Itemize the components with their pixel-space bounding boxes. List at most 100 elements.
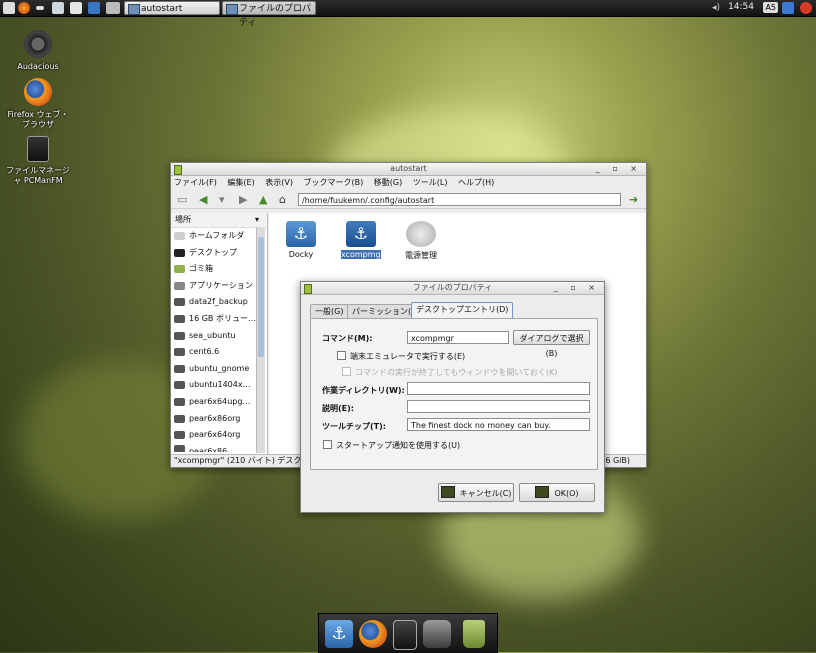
anchor-icon: ⚓ [346, 221, 376, 247]
sidebar-item-label: ubuntu_gnome [189, 363, 250, 373]
back-icon[interactable]: ◀ [199, 193, 207, 206]
ok-button[interactable]: OK(O) [519, 483, 595, 502]
monitor-icon[interactable] [52, 2, 64, 14]
sidebar-item-drive[interactable]: ubuntu1404x… [171, 377, 267, 394]
task-autostart[interactable]: autostart [124, 1, 220, 15]
desktop-switch-icon[interactable] [88, 2, 100, 14]
window-titlebar[interactable]: autostart _ ▫ × [171, 163, 646, 176]
sidebar-header-label: 場所 [175, 215, 191, 224]
sidebar-item-trash[interactable]: ゴミ箱 [171, 261, 267, 278]
desktop-icon-label: Audacious [17, 62, 59, 71]
menu-tools[interactable]: ツール(L) [413, 178, 448, 187]
sidebar-item-drive[interactable]: pear6x86org [171, 411, 267, 428]
drive-icon [174, 414, 185, 423]
sidebar-item-drive[interactable]: 16 GB ボリュー… [171, 311, 267, 328]
ok-icon [535, 486, 550, 498]
menu-view[interactable]: 表示(V) [265, 178, 293, 187]
window-icon [174, 165, 182, 175]
sidebar-item-label: ゴミ箱 [189, 264, 213, 274]
tooltip-input[interactable]: The finest dock no money can buy. [407, 418, 590, 431]
up-icon[interactable]: ▲ [259, 193, 267, 206]
terminal-checkbox[interactable]: 端末エミュレータで実行する(E) [337, 351, 465, 362]
menu-icon[interactable] [3, 2, 15, 14]
workspace-icon[interactable] [106, 2, 120, 14]
cancel-button[interactable]: キャンセル(C) [438, 483, 514, 502]
workdir-input[interactable] [407, 382, 590, 395]
sidebar-item-label: デスクトップ [189, 247, 237, 257]
firefox-icon [24, 78, 52, 106]
new-tab-icon[interactable]: ▭ [177, 193, 187, 206]
window-controls[interactable]: _ ▫ × [596, 163, 642, 175]
file-item-xcompmgr[interactable]: ⚓ xcompmgr [341, 221, 384, 259]
sidebar-item-applications[interactable]: アプリケーション [171, 278, 267, 295]
menu-help[interactable]: ヘルプ(H) [458, 178, 494, 187]
drive-icon [174, 314, 185, 323]
command-input[interactable]: xcompmgr [407, 331, 509, 344]
sidebar-item-drive[interactable]: pear6x64upg… [171, 394, 267, 411]
checkbox-label: 端末エミュレータで実行する(E) [350, 352, 466, 361]
menu-file[interactable]: ファイル(F) [174, 178, 217, 187]
camera-icon[interactable] [423, 620, 451, 648]
home-icon[interactable]: ⌂ [279, 193, 286, 206]
path-bar[interactable]: /home/fuukemn/.config/autostart [298, 193, 621, 206]
window-icon [304, 284, 312, 294]
file-manager-icon[interactable] [393, 620, 417, 650]
firefox-icon[interactable] [18, 2, 30, 14]
history-dropdown-icon[interactable]: ▾ [219, 193, 225, 206]
menu-edit[interactable]: 編集(E) [227, 178, 254, 187]
sidebar-item-label: cent6.6 [189, 347, 220, 357]
sidebar-item-label: pear6x64org [189, 430, 241, 440]
status-free-space: .6 GiB) [602, 456, 630, 465]
sidebar-item-drive[interactable]: pear6x64org [171, 427, 267, 444]
desktop-icon-audacious[interactable]: Audacious [6, 30, 70, 72]
trash-icon[interactable] [463, 620, 485, 648]
chevron-down-icon[interactable]: ▾ [255, 213, 259, 227]
sidebar-item-desktop[interactable]: デスクトップ [171, 245, 267, 262]
scrollbar-thumb[interactable] [258, 237, 264, 357]
sidebar-scrollbar[interactable] [256, 227, 265, 453]
firefox-icon[interactable] [359, 620, 387, 648]
checkbox-label: コマンドの実行が終了してもウィンドウを開いておく(K) [355, 368, 558, 377]
tab-desktop-entry[interactable]: デスクトップエントリ(D) [411, 302, 514, 319]
desktop-icon-firefox[interactable]: Firefox ウェブ・ブラウザ [6, 78, 70, 130]
sidebar-item-drive[interactable]: sea_ubuntu [171, 328, 267, 345]
trash-icon [174, 265, 185, 274]
startup-notify-checkbox[interactable]: スタートアップ通知を使用する(U) [323, 440, 460, 451]
sidebar-item-home[interactable]: ホームフォルダ [171, 228, 267, 245]
menu-bar: ファイル(F) 編集(E) 表示(V) ブックマーク(B) 移動(G) ツール(… [171, 176, 646, 190]
window-controls[interactable]: _ ▫ × [554, 282, 600, 294]
dialog-titlebar[interactable]: ファイルのプロパティ _ ▫ × [301, 282, 604, 295]
ime-indicator[interactable]: A5 [763, 2, 778, 13]
checkbox-label: スタートアップ通知を使用する(U) [336, 441, 461, 450]
file-item-power[interactable]: 電源管理 [401, 221, 441, 261]
drive-icon [174, 444, 185, 452]
power-icon[interactable] [800, 2, 812, 14]
dock: ⚓ [318, 613, 498, 653]
drive-icon [174, 397, 185, 406]
docky-anchor-icon[interactable]: ⚓ [325, 620, 353, 648]
sidebar-header[interactable]: 場所 ▾ [171, 213, 267, 228]
folder-icon [128, 4, 140, 15]
task-properties[interactable]: ファイルのプロパティ [222, 1, 316, 28]
sidebar-item-drive[interactable]: cent6.6 [171, 344, 267, 361]
tab-general[interactable]: 一般(G) [310, 304, 349, 319]
forward-icon[interactable]: ▶ [239, 193, 247, 206]
description-input[interactable] [407, 400, 590, 413]
sidebar-item-drive[interactable]: pear6x86 [171, 444, 267, 452]
sidebar-item-drive[interactable]: data2f_backup [171, 294, 267, 311]
power-plug-icon [406, 221, 436, 247]
file-label: xcompmgr [341, 250, 384, 259]
sidebar: 場所 ▾ ホームフォルダ デスクトップ ゴミ箱 アプリケーション data2f_b… [171, 213, 268, 455]
desktop-icon-file-manager[interactable]: ファイルマネージャ PCManFM [6, 136, 70, 186]
browse-button[interactable]: ダイアログで選択(B) [513, 330, 590, 358]
minimize-all-icon[interactable] [36, 6, 44, 10]
menu-bookmarks[interactable]: ブックマーク(B) [304, 178, 364, 187]
windows-icon[interactable] [70, 2, 82, 14]
go-icon[interactable]: ➜ [629, 193, 638, 206]
menu-go[interactable]: 移動(G) [374, 178, 402, 187]
volume-icon[interactable]: ◂) [712, 3, 720, 13]
network-icon[interactable] [782, 2, 794, 14]
keep-open-checkbox[interactable]: コマンドの実行が終了してもウィンドウを開いておく(K) [342, 367, 557, 378]
sidebar-item-drive[interactable]: ubuntu_gnome [171, 361, 267, 378]
file-item-docky[interactable]: ⚓ Docky [281, 221, 321, 259]
